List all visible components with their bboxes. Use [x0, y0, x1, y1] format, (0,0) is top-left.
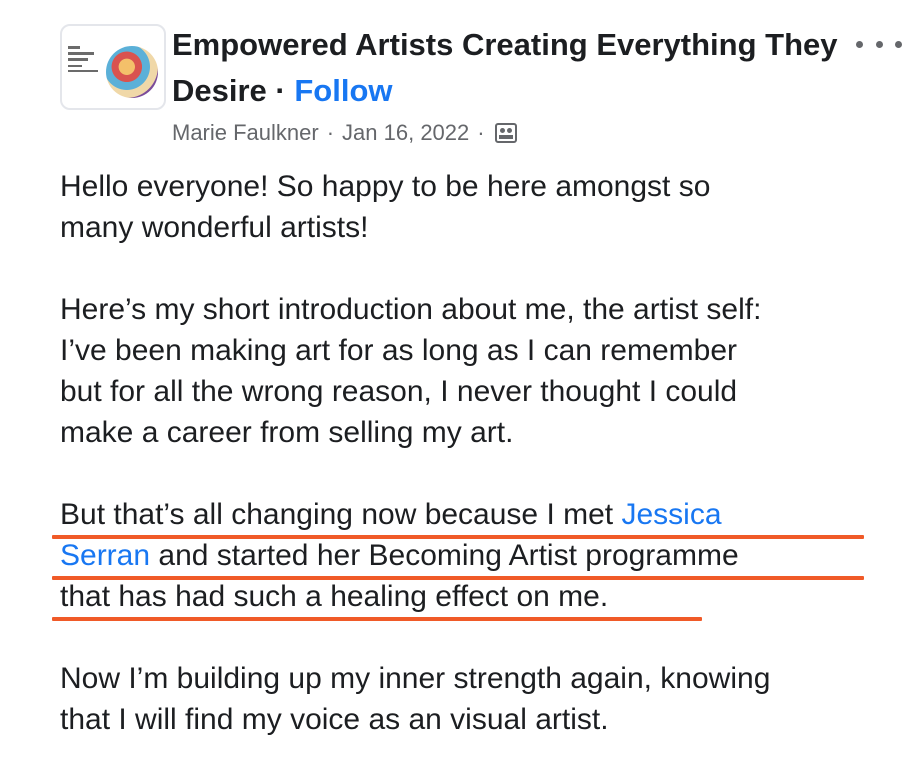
more-options-icon[interactable]: [856, 34, 902, 54]
group-post: Empowered Artists Creating Everything Th…: [0, 0, 920, 760]
highlight-text-before: But that’s all changing now because I me…: [60, 498, 622, 531]
group-avatar[interactable]: [60, 24, 166, 110]
follow-button[interactable]: Follow: [294, 73, 392, 108]
post-paragraph-highlighted: But that’s all changing now because I me…: [60, 494, 910, 617]
highlight-underline: [52, 617, 702, 621]
highlight-underline: [52, 535, 864, 539]
post-header-title: Empowered Artists Creating Everything Th…: [172, 22, 842, 114]
artist-collage-image: [106, 46, 158, 98]
title-separator: ·: [266, 73, 295, 108]
post-date[interactable]: Jan 16, 2022: [342, 118, 469, 148]
becoming-artist-logo: [68, 46, 108, 86]
post-meta: Marie Faulkner · Jan 16, 2022 ·: [172, 118, 517, 148]
group-audience-icon: [494, 123, 517, 143]
highlight-underline: [52, 576, 864, 580]
post-paragraph-introduction: Here’s my short introduction about me, t…: [60, 293, 762, 449]
post-body: Hello everyone! So happy to be here amon…: [60, 166, 910, 781]
post-paragraph-closing: Now I’m building up my inner strength ag…: [60, 662, 771, 736]
author-name[interactable]: Marie Faulkner: [172, 118, 319, 148]
meta-separator: ·: [326, 120, 335, 145]
meta-separator: ·: [477, 120, 485, 145]
post-paragraph-greeting: Hello everyone! So happy to be here amon…: [60, 170, 711, 244]
